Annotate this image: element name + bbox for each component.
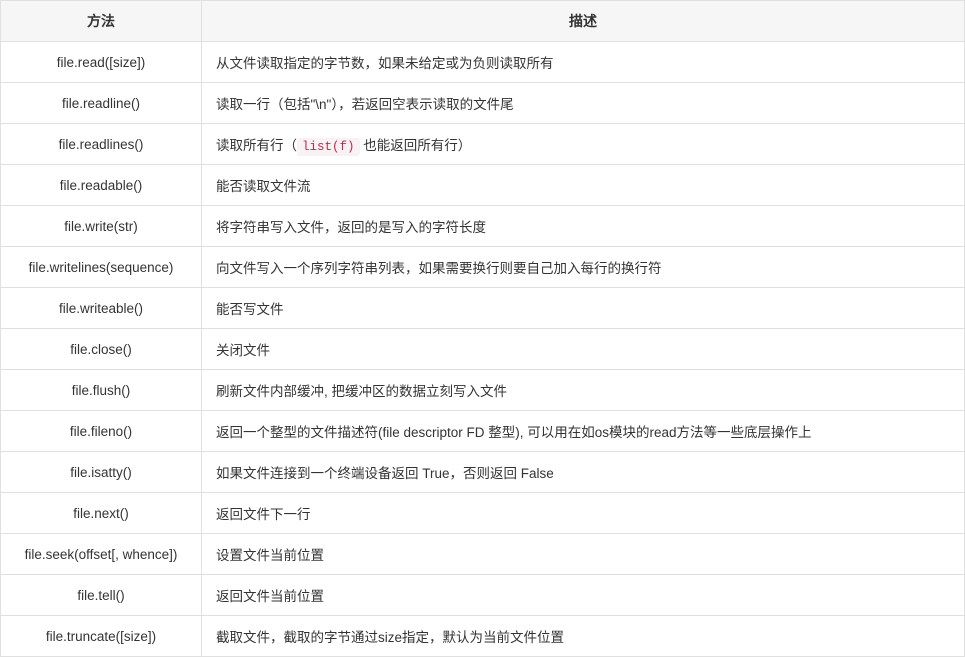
method-cell: file.readable() [1,165,202,206]
description-cell: 返回文件下一行 [202,493,965,534]
header-method: 方法 [1,1,202,42]
inline-code: list(f) [297,138,360,156]
header-row: 方法 描述 [1,1,965,42]
description-cell: 截取文件，截取的字节通过size指定，默认为当前文件位置 [202,616,965,657]
method-cell: file.truncate([size]) [1,616,202,657]
table-row: file.readline() 读取一行（包括"\n"），若返回空表示读取的文件… [1,83,965,124]
table-row: file.readlines() 读取所有行（list(f) 也能返回所有行） [1,124,965,165]
method-cell: file.close() [1,329,202,370]
table-row: file.tell() 返回文件当前位置 [1,575,965,616]
description-cell: 读取所有行（list(f) 也能返回所有行） [202,124,965,165]
method-cell: file.writeable() [1,288,202,329]
description-cell: 设置文件当前位置 [202,534,965,575]
method-cell: file.next() [1,493,202,534]
method-cell: file.fileno() [1,411,202,452]
method-cell: file.flush() [1,370,202,411]
description-cell: 能否写文件 [202,288,965,329]
table-row: file.isatty() 如果文件连接到一个终端设备返回 True，否则返回 … [1,452,965,493]
description-cell: 能否读取文件流 [202,165,965,206]
table-row: file.write(str) 将字符串写入文件，返回的是写入的字符长度 [1,206,965,247]
table-row: file.read([size]) 从文件读取指定的字节数，如果未给定或为负则读… [1,42,965,83]
description-cell: 从文件读取指定的字节数，如果未给定或为负则读取所有 [202,42,965,83]
description-cell: 返回一个整型的文件描述符(file descriptor FD 整型), 可以用… [202,411,965,452]
desc-post: 也能返回所有行） [360,138,472,153]
method-cell: file.tell() [1,575,202,616]
table-row: file.next() 返回文件下一行 [1,493,965,534]
table-body: file.read([size]) 从文件读取指定的字节数，如果未给定或为负则读… [1,42,965,657]
table-header: 方法 描述 [1,1,965,42]
method-cell: file.write(str) [1,206,202,247]
table-row: file.fileno() 返回一个整型的文件描述符(file descript… [1,411,965,452]
description-cell: 如果文件连接到一个终端设备返回 True，否则返回 False [202,452,965,493]
table-row: file.readable() 能否读取文件流 [1,165,965,206]
method-cell: file.readline() [1,83,202,124]
table-row: file.truncate([size]) 截取文件，截取的字节通过size指定… [1,616,965,657]
table-row: file.flush() 刷新文件内部缓冲, 把缓冲区的数据立刻写入文件 [1,370,965,411]
table-row: file.writeable() 能否写文件 [1,288,965,329]
description-cell: 向文件写入一个序列字符串列表，如果需要换行则要自己加入每行的换行符 [202,247,965,288]
description-cell: 将字符串写入文件，返回的是写入的字符长度 [202,206,965,247]
description-cell: 关闭文件 [202,329,965,370]
table-row: file.writelines(sequence) 向文件写入一个序列字符串列表… [1,247,965,288]
method-cell: file.readlines() [1,124,202,165]
method-cell: file.read([size]) [1,42,202,83]
description-cell: 读取一行（包括"\n"），若返回空表示读取的文件尾 [202,83,965,124]
description-cell: 刷新文件内部缓冲, 把缓冲区的数据立刻写入文件 [202,370,965,411]
table-row: file.close() 关闭文件 [1,329,965,370]
desc-pre: 读取所有行（ [216,138,297,153]
description-cell: 返回文件当前位置 [202,575,965,616]
method-cell: file.writelines(sequence) [1,247,202,288]
file-methods-table: 方法 描述 file.read([size]) 从文件读取指定的字节数，如果未给… [0,0,965,657]
table-row: file.seek(offset[, whence]) 设置文件当前位置 [1,534,965,575]
method-cell: file.isatty() [1,452,202,493]
header-description: 描述 [202,1,965,42]
method-cell: file.seek(offset[, whence]) [1,534,202,575]
